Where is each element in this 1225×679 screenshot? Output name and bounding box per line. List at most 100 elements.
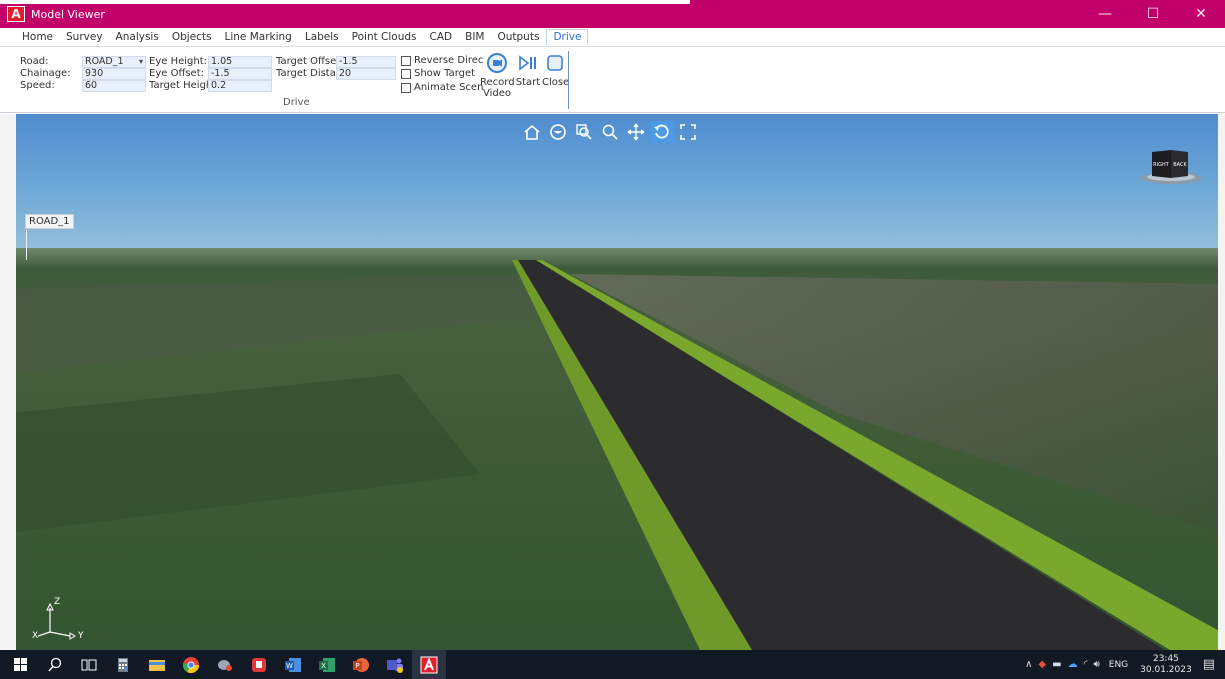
tab-drive[interactable]: Drive — [546, 29, 589, 45]
animate-scene-checkbox[interactable]: Animate Scene — [401, 82, 483, 93]
play-pause-icon — [519, 55, 536, 71]
zoom-window-button[interactable] — [572, 121, 596, 143]
start-label: Start — [515, 77, 541, 88]
taskbar-app-red[interactable] — [242, 650, 276, 679]
tab-line-marking[interactable]: Line Marking — [224, 31, 291, 43]
ribbon-separator — [568, 51, 569, 109]
minimize-button[interactable]: — — [1081, 0, 1129, 28]
record-video-button[interactable]: Record Video — [480, 52, 515, 99]
axis-z-label: Z — [54, 597, 60, 607]
satellite-dish-icon — [218, 659, 232, 671]
chevron-up-icon[interactable]: ∧ — [1025, 659, 1032, 670]
taskbar-calculator[interactable] — [106, 650, 140, 679]
eye-target-icon — [550, 124, 566, 140]
window-controls: — ☐ ✕ — [1081, 0, 1225, 28]
taskbar-teams[interactable] — [378, 650, 412, 679]
ribbon-tabs: Home Survey Analysis Objects Line Markin… — [0, 28, 1225, 46]
show-target-checkbox[interactable]: Show Target — [401, 68, 483, 79]
view-cube[interactable]: RIGHT BACK — [1140, 144, 1202, 186]
folder-icon — [149, 659, 165, 671]
speaker-icon[interactable]: 🔊︎ — [1093, 659, 1099, 670]
tab-labels[interactable]: Labels — [305, 31, 339, 43]
tab-bim[interactable]: BIM — [465, 31, 484, 43]
task-view-icon — [81, 659, 97, 670]
expand-icon — [680, 124, 696, 140]
road-dropdown[interactable]: ROAD_1 ▾ — [82, 56, 146, 68]
word-icon: W — [285, 657, 301, 672]
target-offset-input[interactable]: -1.5 — [336, 56, 396, 68]
pan-arrows-icon — [627, 123, 645, 141]
eye-height-label: Eye Height: — [149, 56, 207, 67]
viewport-right-margin — [1218, 114, 1225, 650]
eye-offset-input[interactable]: -1.5 — [208, 68, 272, 80]
drive-group-caption: Drive — [283, 97, 310, 108]
system-tray: ∧ ◆ ▬ ☁ ◜ 🔊︎ ENG 23:45 30.01.2023 ▤ — [1022, 650, 1225, 679]
tab-analysis[interactable]: Analysis — [116, 31, 159, 43]
task-view-button[interactable] — [72, 650, 106, 679]
notifications-icon[interactable]: ▤ — [1203, 657, 1215, 672]
record-video-label-2: Video — [482, 88, 512, 99]
search-button[interactable] — [38, 650, 72, 679]
taskbar-model-viewer[interactable] — [412, 650, 446, 679]
svg-text:X: X — [321, 662, 326, 670]
start-menu-button[interactable] — [4, 650, 38, 679]
look-at-button[interactable] — [546, 121, 570, 143]
view-cube-graphic: RIGHT BACK — [1141, 150, 1201, 184]
road-label: Road: — [20, 56, 49, 67]
tab-objects[interactable]: Objects — [172, 31, 212, 43]
pan-button[interactable] — [624, 121, 648, 143]
reverse-direction-checkbox[interactable]: Reverse Directi — [401, 55, 483, 66]
calculator-icon — [118, 657, 128, 672]
svg-text:P: P — [355, 662, 359, 670]
title-bar: A Model Viewer — ☐ ✕ — [0, 0, 1225, 28]
checkbox-box — [401, 55, 411, 66]
taskbar-chrome[interactable] — [174, 650, 208, 679]
close-drive-button[interactable]: Close — [542, 52, 570, 88]
taskbar-app-satellite[interactable] — [208, 650, 242, 679]
tab-outputs[interactable]: Outputs — [497, 31, 539, 43]
road-name-tag-stem — [26, 230, 27, 260]
close-label: Close — [542, 77, 570, 88]
taskbar-excel[interactable]: X — [310, 650, 344, 679]
wifi-icon[interactable]: ◜ — [1084, 659, 1088, 670]
start-button[interactable]: Start — [514, 52, 542, 88]
clock-time: 23:45 — [1152, 653, 1179, 664]
taskbar-file-explorer[interactable] — [140, 650, 174, 679]
eye-offset-label: Eye Offset: — [149, 68, 204, 79]
fullscreen-button[interactable] — [676, 121, 700, 143]
tab-home[interactable]: Home — [22, 31, 53, 43]
battery-icon[interactable]: ▬ — [1052, 659, 1061, 670]
target-offset-label: Target Offset: — [276, 56, 344, 67]
taskbar-clock[interactable]: 23:45 30.01.2023 — [1140, 654, 1192, 676]
checkbox-box — [401, 68, 411, 79]
3d-viewport[interactable]: ROAD_1 RIGHT BACK Z X Y — [0, 114, 1225, 650]
home-view-button[interactable] — [520, 121, 544, 143]
windows-taskbar: W X P ∧ ◆ ▬ ☁ ◜ 🔊︎ ENG 23:45 30.01.2023 … — [0, 650, 1225, 679]
stop-icon — [547, 55, 563, 71]
tab-cad[interactable]: CAD — [430, 31, 453, 43]
close-window-button[interactable]: ✕ — [1177, 0, 1225, 28]
network-drive-icon[interactable]: ◆ — [1038, 659, 1046, 670]
language-indicator[interactable]: ENG — [1109, 660, 1128, 670]
tab-survey[interactable]: Survey — [66, 31, 103, 43]
chrome-icon — [182, 656, 200, 673]
checkbox-box — [401, 82, 411, 93]
title-bar-highlight — [0, 0, 690, 4]
onedrive-cloud-icon[interactable]: ☁ — [1068, 659, 1078, 670]
speed-input[interactable]: 60 — [82, 80, 146, 92]
orbit-button[interactable] — [650, 121, 674, 143]
zoom-button[interactable] — [598, 121, 622, 143]
search-icon — [48, 657, 62, 671]
maximize-button[interactable]: ☐ — [1129, 0, 1177, 28]
eye-height-input[interactable]: 1.05 — [208, 56, 272, 68]
navigation-toolbar — [520, 120, 702, 144]
taskbar-powerpoint[interactable]: P — [344, 650, 378, 679]
record-video-label-1: Record — [480, 77, 515, 88]
app-logo-icon: A — [7, 6, 25, 22]
chainage-input[interactable]: 930 — [82, 68, 146, 80]
target-height-input[interactable]: 0.2 — [208, 80, 272, 92]
target-distance-input[interactable]: 20 — [336, 68, 396, 80]
tab-point-clouds[interactable]: Point Clouds — [352, 31, 417, 43]
animate-scene-text: Animate Scene — [414, 82, 483, 93]
taskbar-word[interactable]: W — [276, 650, 310, 679]
